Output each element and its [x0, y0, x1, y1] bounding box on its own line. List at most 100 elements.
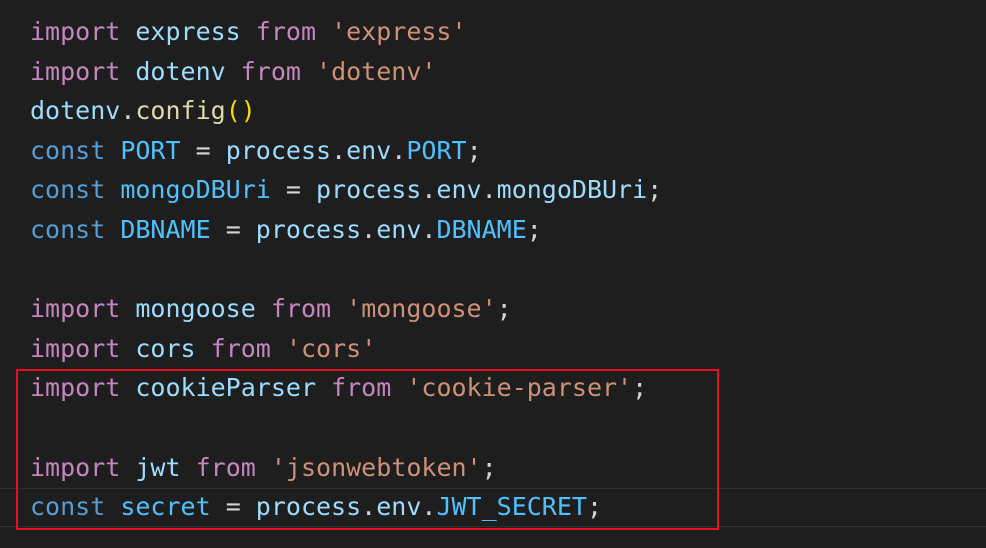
- code-token: 'cookie-parser': [406, 373, 633, 403]
- code-token: from: [240, 56, 301, 86]
- code-token: mongoDBUri: [120, 175, 271, 205]
- code-token: ;: [647, 175, 663, 205]
- code-token: dotenv: [30, 96, 121, 126]
- code-token: =: [180, 135, 226, 165]
- code-token: const: [30, 175, 106, 205]
- code-line[interactable]: import jwt from 'jsonwebtoken';: [30, 448, 662, 488]
- code-token: .: [361, 492, 377, 522]
- code-token: dotenv: [135, 56, 226, 86]
- code-token: env: [376, 492, 422, 522]
- code-token: cookieParser: [135, 373, 316, 403]
- code-token: ;: [481, 452, 497, 482]
- code-token: ;: [466, 135, 482, 165]
- code-line[interactable]: const mongoDBUri = process.env.mongoDBUr…: [30, 170, 662, 210]
- code-token: process: [255, 214, 362, 244]
- code-token: config: [135, 96, 226, 126]
- code-token: .: [421, 214, 437, 244]
- code-token: from: [255, 17, 317, 46]
- code-token: PORT: [120, 135, 181, 165]
- code-token: 'mongoose': [346, 294, 497, 324]
- code-token: 'jsonwebtoken': [270, 452, 482, 482]
- code-token: from: [210, 333, 271, 363]
- code-line[interactable]: import cors from 'cors': [30, 329, 662, 369]
- code-token: mongoDBUri: [496, 175, 648, 205]
- code-token: process: [316, 175, 422, 205]
- code-token: env: [376, 214, 422, 244]
- code-token: const: [30, 135, 106, 165]
- code-token: process: [225, 135, 332, 165]
- code-token: env: [436, 175, 482, 205]
- code-token: =: [210, 492, 256, 522]
- code-line[interactable]: const DBNAME = process.env.DBNAME;: [30, 210, 662, 250]
- code-token: cors: [135, 333, 196, 363]
- code-token: .: [391, 135, 407, 165]
- code-token: from: [331, 373, 392, 403]
- code-token: ;: [632, 373, 648, 403]
- code-token: 'express': [331, 17, 467, 46]
- code-token: ;: [586, 492, 603, 522]
- code-token: .: [481, 175, 497, 205]
- code-token: import: [30, 452, 121, 482]
- code-line[interactable]: import dotenv from 'dotenv': [30, 52, 662, 92]
- code-token: JWT_SECRET: [436, 492, 587, 522]
- code-token: 'dotenv': [316, 56, 437, 86]
- code-line[interactable]: import express from 'express': [30, 12, 662, 52]
- code-token: from: [270, 294, 332, 324]
- code-token: import: [30, 373, 121, 403]
- code-token: 'cors': [285, 333, 377, 363]
- code-token: const: [30, 492, 106, 522]
- code-token: =: [210, 214, 256, 244]
- code-token: .: [331, 135, 347, 165]
- code-token: (): [225, 96, 256, 126]
- code-line[interactable]: import cookieParser from 'cookie-parser'…: [30, 368, 662, 408]
- code-token: DBNAME: [120, 214, 211, 244]
- code-line[interactable]: const PORT = process.env.PORT;: [30, 131, 662, 171]
- code-editor[interactable]: import express from 'express' import dote…: [0, 0, 986, 548]
- code-token: env: [346, 135, 392, 165]
- code-token: import: [30, 294, 121, 324]
- code-line[interactable]: [30, 408, 662, 448]
- code-token: .: [421, 175, 437, 205]
- code-line[interactable]: dotenv.config(): [30, 91, 662, 131]
- code-token: import: [30, 333, 121, 363]
- code-token: =: [270, 175, 316, 205]
- code-token: ;: [496, 294, 512, 324]
- code-token: ;: [526, 214, 542, 244]
- code-line[interactable]: const secret = process.env.JWT_SECRET;: [30, 487, 662, 527]
- code-token: .: [361, 214, 377, 244]
- code-token: from: [195, 452, 256, 482]
- code-token: .: [421, 492, 437, 522]
- code-token: mongoose: [135, 294, 256, 324]
- code-lines[interactable]: import express from 'express' import dote…: [30, 12, 662, 527]
- code-token: jwt: [135, 452, 181, 482]
- code-token: .: [120, 96, 136, 126]
- code-token: DBNAME: [436, 214, 527, 244]
- code-token: process: [255, 492, 362, 522]
- code-token: import: [30, 17, 121, 46]
- code-token: express: [135, 17, 241, 46]
- code-line[interactable]: import mongoose from 'mongoose';: [30, 289, 662, 329]
- code-line[interactable]: [30, 250, 662, 290]
